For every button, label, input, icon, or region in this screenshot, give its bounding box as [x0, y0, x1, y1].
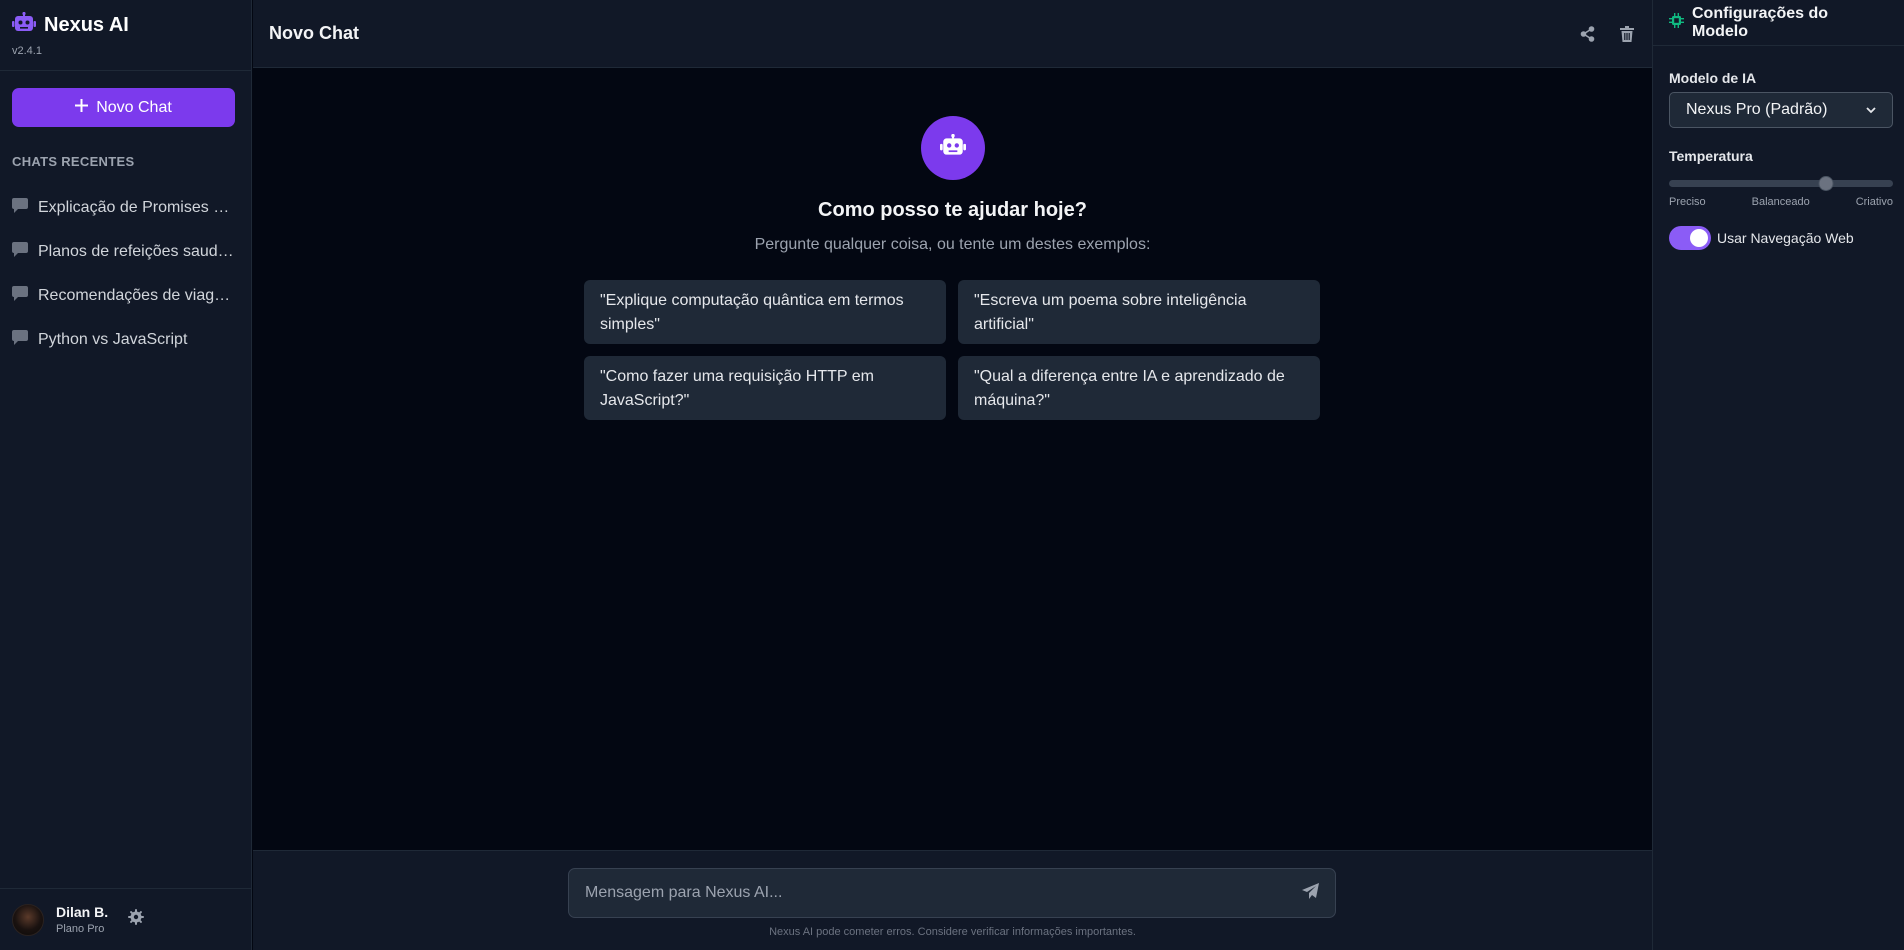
paper-plane-icon[interactable] — [1302, 882, 1319, 904]
chat-bubble-icon — [12, 286, 28, 306]
user-info: Dilan B. Plano Pro — [56, 904, 108, 935]
recent-chats-list: Explicação de Promises JavaScript Planos… — [12, 186, 240, 362]
welcome-subtitle: Pergunte qualquer coisa, ou tente um des… — [754, 236, 1151, 253]
model-select-value: Nexus Pro (Padrão) — [1686, 101, 1828, 118]
toggle-knob — [1690, 229, 1708, 247]
slider-thumb[interactable] — [1818, 176, 1834, 191]
example-prompts: "Explique computação quântica em termos … — [584, 280, 1320, 420]
new-chat-label: Novo Chat — [96, 98, 172, 116]
temperature-label: Temperatura — [1669, 148, 1753, 164]
web-browsing-label: Usar Navegação Web — [1717, 230, 1854, 246]
web-browsing-setting: Usar Navegação Web — [1669, 226, 1854, 250]
chat-item-label: Recomendações de viagem — [38, 287, 234, 304]
chip-icon — [1669, 12, 1684, 33]
plus-icon — [75, 98, 89, 117]
message-composer — [568, 868, 1336, 918]
chat-item[interactable]: Recomendações de viagem — [12, 274, 240, 318]
assistant-avatar — [920, 116, 985, 180]
settings-header: Configurações do Modelo — [1653, 0, 1904, 46]
trash-icon[interactable] — [1618, 25, 1636, 43]
example-prompt-card[interactable]: "Explique computação quântica em termos … — [584, 280, 946, 344]
disclaimer-text: Nexus AI pode cometer erros. Considere v… — [769, 926, 1136, 938]
chat-item-label: Python vs JavaScript — [38, 331, 188, 348]
recent-chats-heading: CHATS RECENTES — [12, 154, 135, 169]
chat-bubble-icon — [12, 198, 28, 218]
user-plan: Plano Pro — [56, 923, 105, 935]
avatar[interactable] — [12, 903, 44, 936]
temperature-tick-precise: Preciso — [1669, 196, 1706, 208]
example-prompt-card[interactable]: "Como fazer uma requisição HTTP em JavaS… — [584, 356, 946, 420]
welcome-panel: Como posso te ajudar hoje? Pergunte qual… — [253, 68, 1652, 420]
page-title: Novo Chat — [269, 23, 359, 43]
share-icon[interactable] — [1578, 25, 1596, 43]
user-name: Dilan B. — [56, 904, 109, 920]
example-prompt-card[interactable]: "Qual a diferença entre IA e aprendizado… — [958, 356, 1320, 420]
temperature-tick-balanced: Balanceado — [1751, 196, 1810, 208]
message-input[interactable] — [585, 884, 1302, 902]
model-settings-panel: Configurações do Modelo Modelo de IA Nex… — [1652, 0, 1904, 950]
chat-item-label: Explicação de Promises JavaScript — [38, 199, 234, 216]
robot-icon — [939, 133, 966, 163]
chat-main: Novo Chat Como posso te ajudar hoje? Per… — [253, 0, 1652, 950]
welcome-title: Como posso te ajudar hoje? — [818, 199, 1087, 221]
chat-item[interactable]: Planos de refeições saudáveis — [12, 230, 240, 274]
user-profile-bar: Dilan B. Plano Pro — [0, 888, 252, 950]
chat-item-label: Planos de refeições saudáveis — [38, 243, 234, 260]
chat-item[interactable]: Explicação de Promises JavaScript — [12, 186, 240, 230]
chat-header: Novo Chat — [253, 0, 1652, 68]
chat-bubble-icon — [12, 242, 28, 262]
left-sidebar: Nexus AI v2.4.1 Novo Chat CHATS RECENTES… — [0, 0, 252, 950]
settings-title: Configurações do Modelo — [1692, 4, 1829, 40]
temperature-slider[interactable] — [1669, 176, 1893, 191]
model-select[interactable]: Nexus Pro (Padrão) — [1669, 92, 1893, 128]
web-browsing-toggle[interactable] — [1669, 226, 1711, 250]
example-prompt-card[interactable]: "Escreva um poema sobre inteligência art… — [958, 280, 1320, 344]
app-name: Nexus AI — [44, 14, 129, 36]
new-chat-button[interactable]: Novo Chat — [12, 88, 235, 127]
composer-area: Nexus AI pode cometer erros. Considere v… — [253, 850, 1652, 950]
temperature-tick-creative: Criativo — [1855, 196, 1893, 208]
app-version: v2.4.1 — [12, 45, 42, 57]
brand-header: Nexus AI v2.4.1 — [0, 0, 251, 71]
chat-bubble-icon — [12, 330, 28, 350]
chat-item[interactable]: Python vs JavaScript — [12, 318, 240, 362]
temperature-scale: Preciso Balanceado Criativo — [1669, 196, 1893, 208]
gear-icon[interactable] — [128, 909, 145, 930]
model-label: Modelo de IA — [1669, 70, 1757, 86]
chevron-down-icon — [1866, 101, 1876, 119]
robot-icon — [12, 11, 36, 39]
